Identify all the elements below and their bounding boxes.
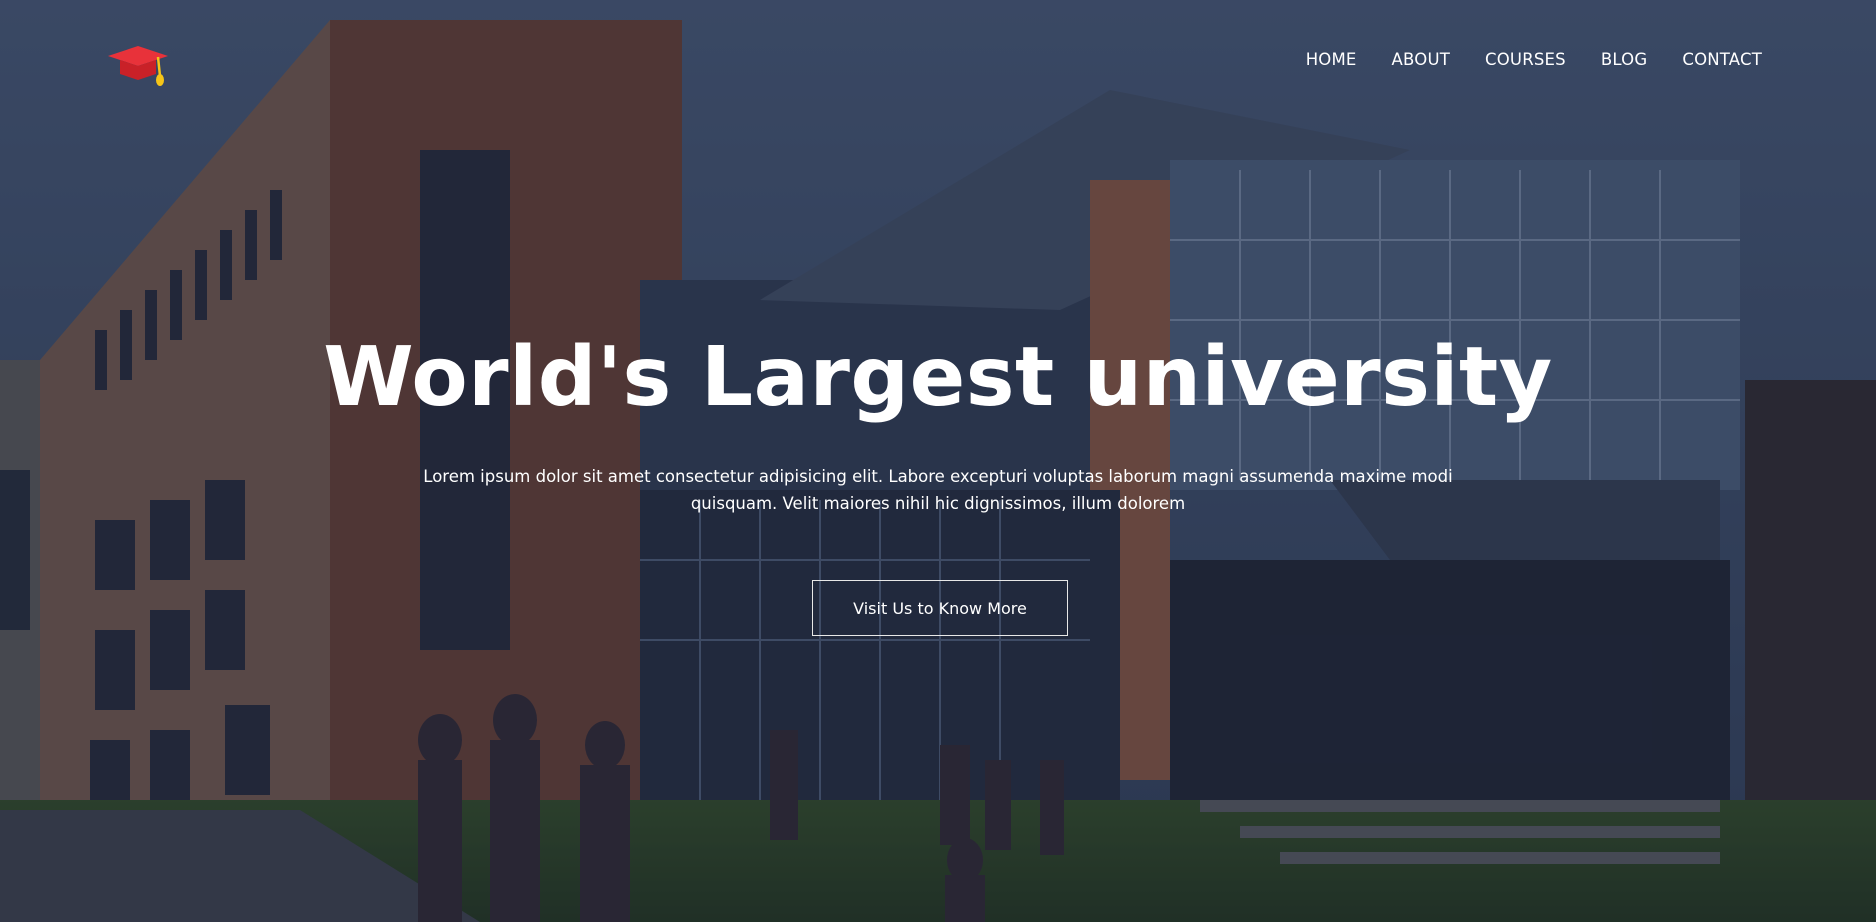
hero-description: Lorem ipsum dolor sit amet consectetur a… bbox=[388, 463, 1488, 517]
hero-description-line-2: quisquam. Velit maiores nihil hic dignis… bbox=[690, 494, 1186, 513]
nav-courses[interactable]: COURSES bbox=[1485, 50, 1566, 69]
graduation-cap-icon[interactable] bbox=[106, 40, 170, 88]
nav-contact[interactable]: CONTACT bbox=[1682, 50, 1762, 69]
dark-overlay bbox=[0, 0, 1876, 922]
nav-about[interactable]: ABOUT bbox=[1392, 50, 1450, 69]
hero-section: HOME ABOUT COURSES BLOG CONTACT World's … bbox=[0, 0, 1876, 922]
nav-home[interactable]: HOME bbox=[1306, 50, 1357, 69]
hero-description-line-1: Lorem ipsum dolor sit amet consectetur a… bbox=[423, 467, 1453, 486]
visit-us-button[interactable]: Visit Us to Know More bbox=[812, 580, 1068, 636]
main-nav: HOME ABOUT COURSES BLOG CONTACT bbox=[1271, 50, 1762, 69]
hero-title: World's Largest university bbox=[323, 330, 1553, 425]
nav-blog[interactable]: BLOG bbox=[1601, 50, 1648, 69]
